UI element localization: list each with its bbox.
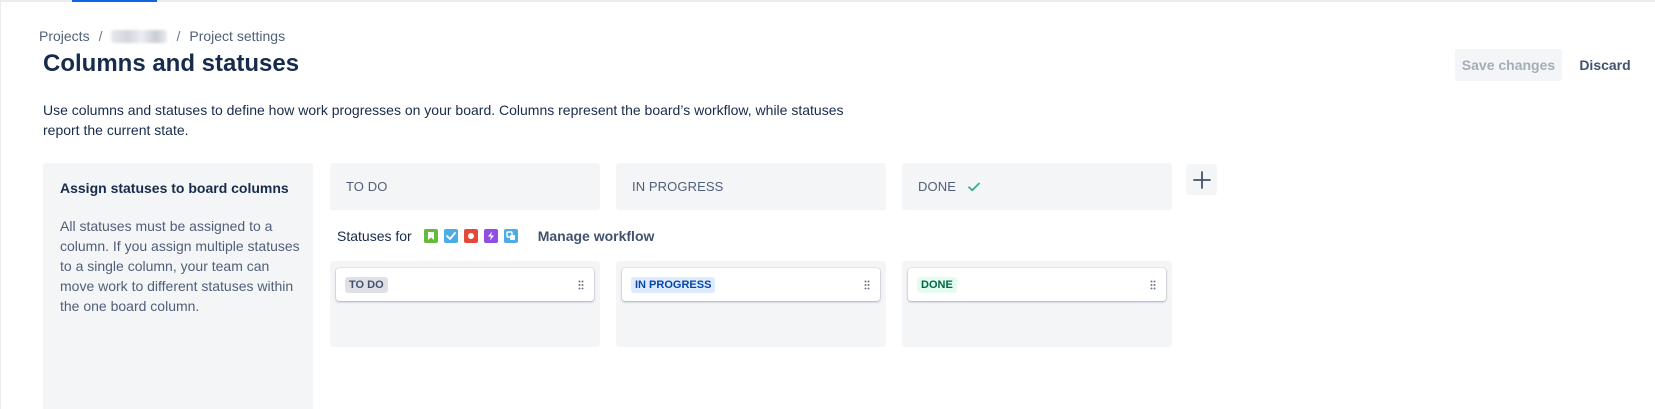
bug-icon — [463, 229, 478, 243]
breadcrumb-projects-link[interactable]: Projects — [39, 28, 90, 44]
breadcrumb-project-name-redacted[interactable] — [111, 29, 168, 43]
manage-workflow-link[interactable]: Manage workflow — [538, 228, 655, 244]
info-panel-title: Assign statuses to board columns — [60, 180, 289, 196]
assign-statuses-info-panel: Assign statuses to board columns All sta… — [43, 163, 313, 409]
column-header-todo[interactable]: TO DO — [330, 163, 600, 210]
page-title: Columns and statuses — [43, 50, 300, 77]
status-drop-zone-done: DONE — [902, 261, 1172, 347]
drag-handle-icon[interactable] — [578, 280, 584, 290]
status-card-in-progress[interactable]: IN PROGRESS — [622, 268, 880, 301]
top-divider — [0, 0, 1655, 2]
epic-icon — [483, 229, 498, 243]
column-name: IN PROGRESS — [632, 179, 724, 194]
status-lozenge: TO DO — [345, 276, 388, 293]
page-description: Use columns and statuses to define how w… — [43, 102, 844, 138]
story-icon — [423, 229, 438, 243]
statuses-for-label: Statuses for — [337, 228, 412, 244]
task-icon — [443, 229, 458, 243]
subtask-icon — [503, 229, 518, 243]
breadcrumb-project-settings-link[interactable]: Project settings — [189, 28, 285, 44]
status-drop-zone-todo: TO DO — [330, 261, 600, 347]
columns-and-statuses-page: Projects / / Project settings Columns an… — [0, 0, 1655, 409]
check-icon — [968, 182, 980, 192]
column-header-done[interactable]: DONE — [902, 163, 1172, 210]
add-column-button[interactable] — [1186, 164, 1217, 195]
drag-handle-icon[interactable] — [1150, 280, 1156, 290]
column-name: DONE — [918, 179, 956, 194]
sidebar-edge — [0, 0, 1, 409]
statuses-for-row: Statuses for Manage workflow — [337, 226, 654, 246]
status-lozenge: IN PROGRESS — [631, 276, 716, 293]
breadcrumb: Projects / / Project settings — [39, 28, 285, 44]
plus-icon — [1192, 170, 1211, 189]
status-lozenge: DONE — [917, 276, 957, 293]
discard-button[interactable]: Discard — [1574, 49, 1636, 81]
column-header-in-progress[interactable]: IN PROGRESS — [616, 163, 886, 210]
column-name: TO DO — [346, 179, 388, 194]
info-panel-text: All statuses must be assigned to a colum… — [60, 218, 300, 314]
drag-handle-icon[interactable] — [864, 280, 870, 290]
active-nav-indicator — [72, 0, 157, 2]
breadcrumb-separator: / — [98, 28, 103, 44]
status-drop-zone-in-progress: IN PROGRESS — [616, 261, 886, 347]
status-card-todo[interactable]: TO DO — [336, 268, 594, 301]
status-card-done[interactable]: DONE — [908, 268, 1166, 301]
save-changes-button[interactable]: Save changes — [1455, 49, 1562, 81]
breadcrumb-separator: / — [176, 28, 181, 44]
